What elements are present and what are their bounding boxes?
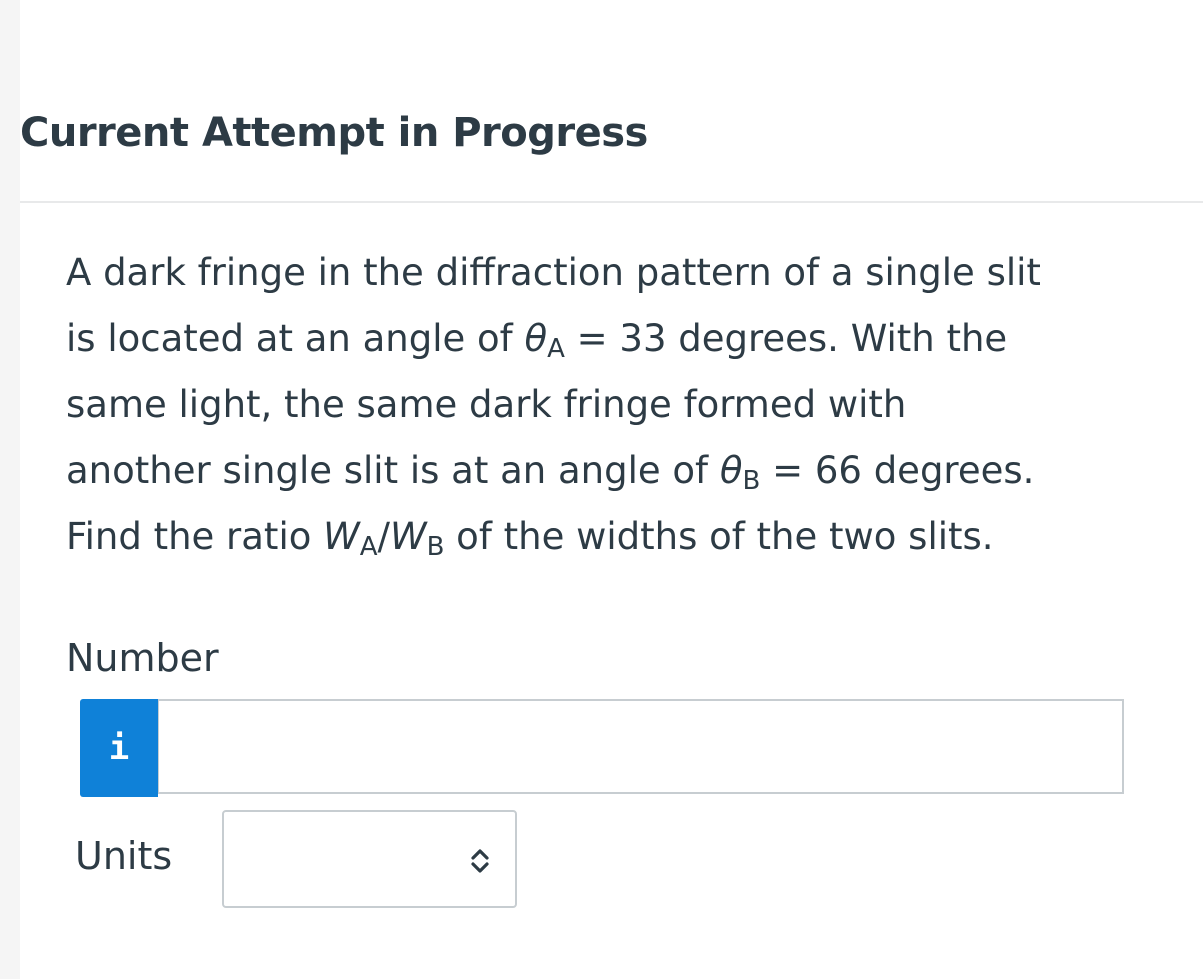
subscript-a: A — [359, 532, 378, 562]
subscript-b: B — [426, 532, 445, 562]
question-line-1: A dark fringe in the diffraction pattern… — [66, 251, 1041, 294]
number-label: Number — [66, 636, 219, 680]
header-divider — [20, 201, 1203, 203]
theta-symbol: θ — [719, 449, 743, 492]
question-line-5: Find the ratio WA/WB of the widths of th… — [66, 515, 994, 562]
number-answer-input[interactable] — [158, 699, 1124, 794]
chevron-up-down-icon — [471, 849, 489, 873]
w-symbol: W — [389, 515, 427, 558]
units-select[interactable] — [222, 810, 517, 908]
question-line-2: is located at an angle of θA = 33 degree… — [66, 317, 1008, 364]
subscript-a: A — [547, 334, 565, 364]
info-icon: i — [108, 728, 130, 768]
units-label: Units — [75, 834, 173, 878]
question-line-4: another single slit is at an angle of θB… — [66, 449, 1035, 496]
theta-symbol: θ — [524, 317, 548, 360]
question-line-3: same light, the same dark fringe formed … — [66, 383, 907, 426]
left-edge-strip — [0, 0, 20, 979]
info-button[interactable]: i — [80, 699, 158, 797]
page-title: Current Attempt in Progress — [20, 110, 648, 156]
subscript-b: B — [742, 466, 761, 496]
w-symbol: W — [323, 515, 360, 558]
question-text: A dark fringe in the diffraction pattern… — [66, 240, 1176, 570]
